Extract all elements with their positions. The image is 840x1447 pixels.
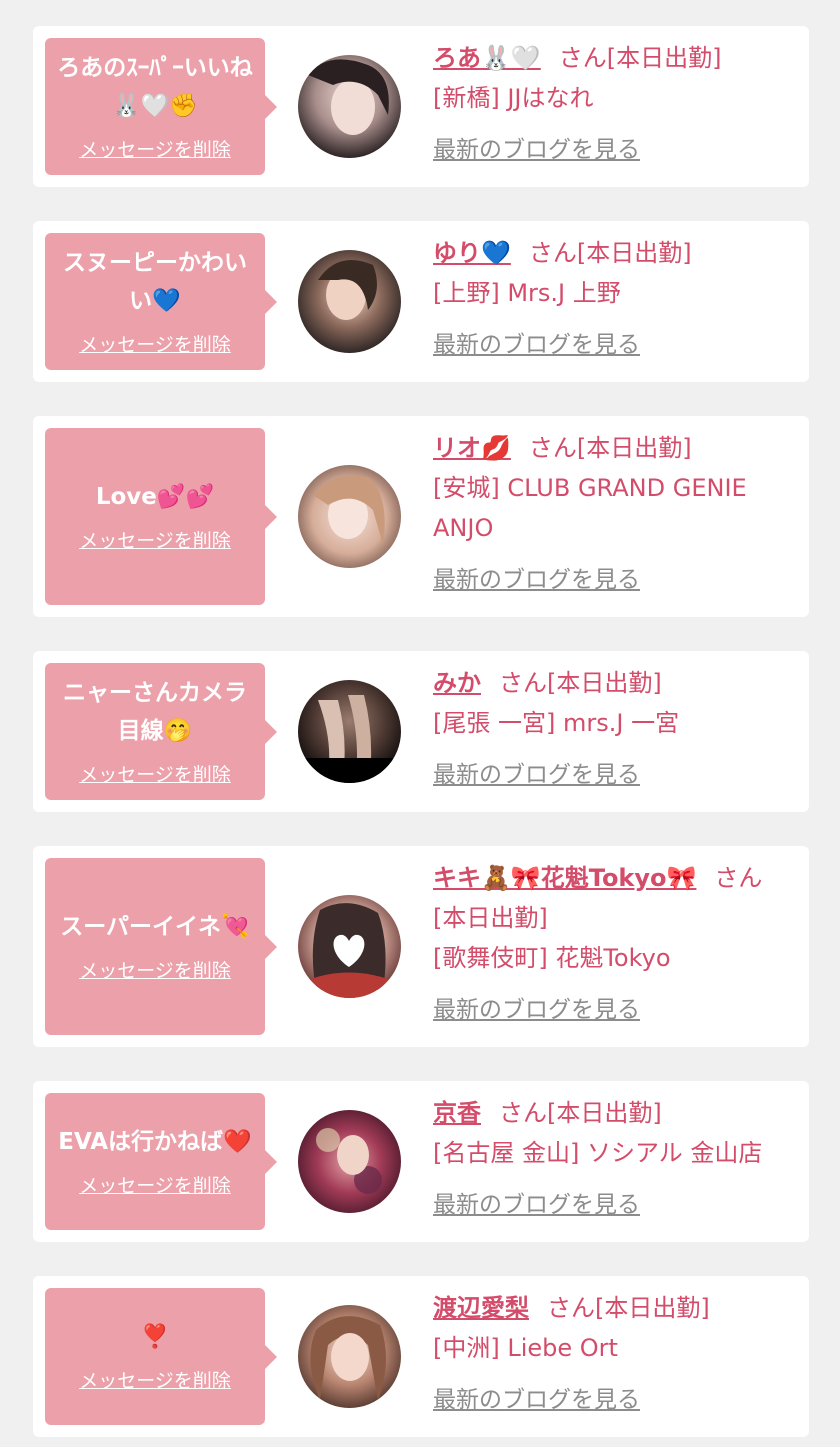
message-text: スーパーイイネ💘 [60,914,250,940]
message-bubble: EVAは行かねば❤️ メッセージを削除 [45,1093,277,1230]
latest-blog-link[interactable]: 最新のブログを見る [433,1185,640,1225]
cast-name-link[interactable]: ゆり💙 [433,239,511,267]
message-bubble: スーパーイイネ💘 メッセージを削除 [45,858,277,1035]
shop-name: [新橋] JJはなれ [433,84,594,112]
profile-info: ゆり💙 さん[本日出勤] [上野] Mrs.J 上野 最新のブログを見る [433,233,789,365]
cast-name-link[interactable]: キキ🧸🎀花魁Tokyo🎀 [433,864,696,892]
avatar[interactable] [298,465,401,568]
latest-blog-link[interactable]: 最新のブログを見る [433,1380,640,1420]
shop-name: [安城] CLUB GRAND GENIE ANJO [433,474,747,542]
message-bubble: ニャーさんカメラ目線🤭 メッセージを削除 [45,663,277,800]
message-card: ❣️ メッセージを削除 渡辺愛梨 さん[本日出勤] [中洲] Liebe Ort … [33,1276,809,1437]
message-card: Love💕💕 メッセージを削除 リオ💋 さん[本日出勤] [安城] CLUB GR… [33,416,809,617]
message-card: スーパーイイネ💘 メッセージを削除 キキ🧸🎀花魁Tokyo🎀 さん[本日出勤] [… [33,846,809,1047]
shop-name: [歌舞伎町] 花魁Tokyo [433,944,671,972]
delete-message-button[interactable]: メッセージを削除 [79,1171,231,1198]
cast-name-link[interactable]: リオ💋 [433,434,511,462]
message-text: ろあのｽｰﾊﾟｰいいね🐰🤍✊ [57,55,253,119]
latest-blog-link[interactable]: 最新のブログを見る [433,755,640,795]
latest-blog-link[interactable]: 最新のブログを見る [433,325,640,365]
latest-blog-link[interactable]: 最新のブログを見る [433,990,640,1030]
attendance-status: さん[本日出勤] [528,434,692,462]
message-bubble: ❣️ メッセージを削除 [45,1288,277,1425]
avatar[interactable] [298,895,401,998]
message-text: スヌーピーかわいい💙 [63,250,247,314]
cast-name-link[interactable]: 渡辺愛梨 [433,1294,529,1322]
attendance-status: さん[本日出勤] [528,239,692,267]
message-list: ろあのｽｰﾊﾟｰいいね🐰🤍✊ メッセージを削除 ろあ🐰🤍 さん[本日出勤] [新橋… [0,0,840,1447]
message-bubble: スヌーピーかわいい💙 メッセージを削除 [45,233,277,370]
profile-info: リオ💋 さん[本日出勤] [安城] CLUB GRAND GENIE ANJO 最… [433,428,789,600]
avatar[interactable] [298,250,401,353]
attendance-status: さん[本日出勤] [547,1294,710,1322]
latest-blog-link[interactable]: 最新のブログを見る [433,130,640,170]
profile-info: ろあ🐰🤍 さん[本日出勤] [新橋] JJはなれ 最新のブログを見る [433,38,789,170]
profile-info: みか さん[本日出勤] [尾張 一宮] mrs.J 一宮 最新のブログを見る [433,663,789,795]
message-bubble: Love💕💕 メッセージを削除 [45,428,277,605]
message-text: ❣️ [140,1324,170,1350]
cast-name-link[interactable]: ろあ🐰🤍 [433,44,541,72]
attendance-status: さん[本日出勤] [499,669,662,697]
attendance-status: さん[本日出勤] [558,44,722,72]
cast-name-link[interactable]: みか [433,669,481,697]
delete-message-button[interactable]: メッセージを削除 [79,760,231,787]
delete-message-button[interactable]: メッセージを削除 [79,1366,231,1393]
shop-name: [名古屋 金山] ソシアル 金山店 [433,1139,763,1167]
message-card: ろあのｽｰﾊﾟｰいいね🐰🤍✊ メッセージを削除 ろあ🐰🤍 さん[本日出勤] [新橋… [33,26,809,187]
latest-blog-link[interactable]: 最新のブログを見る [433,560,640,600]
avatar[interactable] [298,1305,401,1408]
message-text: EVAは行かねば❤️ [58,1129,252,1155]
delete-message-button[interactable]: メッセージを削除 [79,135,231,162]
delete-message-button[interactable]: メッセージを削除 [79,526,231,553]
delete-message-button[interactable]: メッセージを削除 [79,330,231,357]
attendance-status: さん[本日出勤] [499,1099,662,1127]
profile-info: キキ🧸🎀花魁Tokyo🎀 さん[本日出勤] [歌舞伎町] 花魁Tokyo 最新のブ… [433,858,789,1030]
avatar[interactable] [298,1110,401,1213]
message-bubble: ろあのｽｰﾊﾟｰいいね🐰🤍✊ メッセージを削除 [45,38,277,175]
message-text: ニャーさんカメラ目線🤭 [63,680,247,744]
profile-info: 渡辺愛梨 さん[本日出勤] [中洲] Liebe Ort 最新のブログを見る [433,1288,789,1420]
avatar[interactable] [298,680,401,783]
shop-name: [尾張 一宮] mrs.J 一宮 [433,709,680,737]
message-card: EVAは行かねば❤️ メッセージを削除 京香 さん[本日出勤] [名古屋 金山] … [33,1081,809,1242]
shop-name: [中洲] Liebe Ort [433,1334,618,1362]
avatar[interactable] [298,55,401,158]
cast-name-link[interactable]: 京香 [433,1099,481,1127]
message-card: スヌーピーかわいい💙 メッセージを削除 ゆり💙 さん[本日出勤] [上野] Mrs… [33,221,809,382]
message-card: ニャーさんカメラ目線🤭 メッセージを削除 みか さん[本日出勤] [尾張 一宮] … [33,651,809,812]
message-text: Love💕💕 [95,484,215,510]
delete-message-button[interactable]: メッセージを削除 [79,956,231,983]
profile-info: 京香 さん[本日出勤] [名古屋 金山] ソシアル 金山店 最新のブログを見る [433,1093,789,1225]
shop-name: [上野] Mrs.J 上野 [433,279,621,307]
